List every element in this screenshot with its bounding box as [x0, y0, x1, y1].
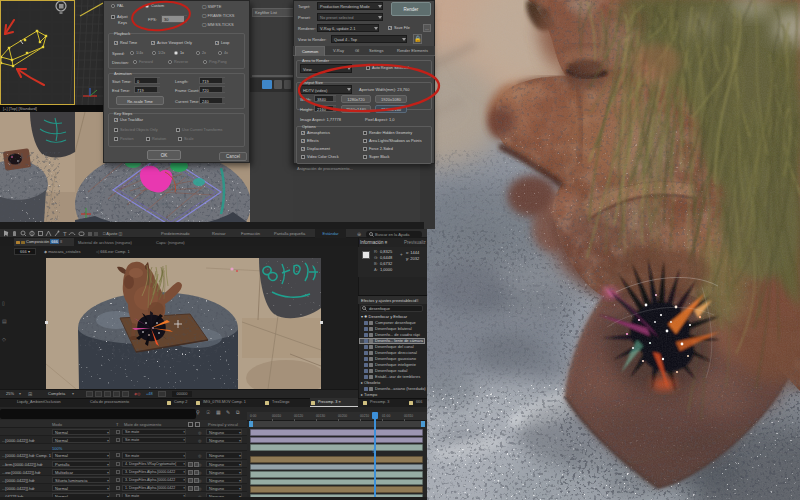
- svg-text:T: T: [63, 231, 67, 237]
